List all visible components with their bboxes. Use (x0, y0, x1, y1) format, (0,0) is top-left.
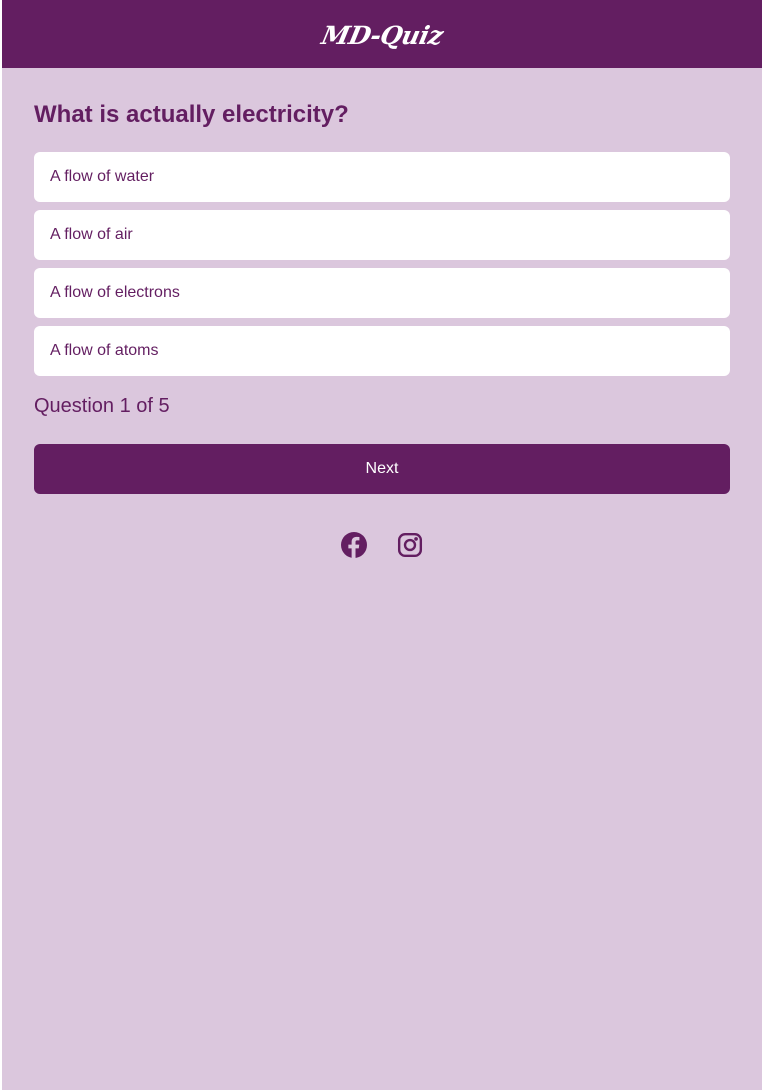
answer-option[interactable]: A flow of water (34, 152, 730, 202)
social-links (34, 532, 730, 558)
header-bar: MD-Quiz (2, 0, 762, 68)
next-button[interactable]: Next (34, 444, 730, 494)
answer-label: A flow of electrons (50, 284, 180, 301)
answer-label: A flow of atoms (50, 342, 159, 359)
question-progress: Question 1 of 5 (34, 395, 170, 417)
app-logo: MD-Quiz (318, 20, 446, 50)
quiz-main: What is actually electricity? A flow of … (2, 100, 762, 558)
answer-list: A flow of water A flow of air A flow of … (34, 152, 730, 376)
answer-label: A flow of water (50, 168, 155, 185)
question-text: What is actually electricity? (34, 101, 349, 128)
answer-option[interactable]: A flow of air (34, 210, 730, 260)
instagram-icon[interactable] (397, 532, 423, 558)
facebook-icon[interactable] (341, 532, 367, 558)
answer-option[interactable]: A flow of atoms (34, 326, 730, 376)
app-container: MD-Quiz What is actually electricity? A … (2, 0, 762, 1090)
answer-option[interactable]: A flow of electrons (34, 268, 730, 318)
answer-label: A flow of air (50, 226, 133, 243)
